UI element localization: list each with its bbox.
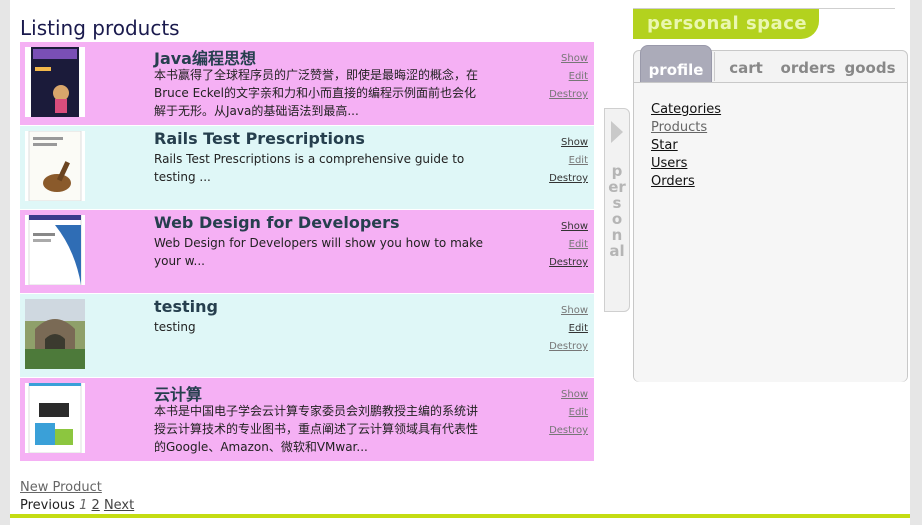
- edit-link[interactable]: Edit: [549, 320, 588, 338]
- edit-link[interactable]: Edit: [549, 404, 588, 422]
- product-cover-image: [25, 215, 85, 285]
- show-link[interactable]: Show: [549, 50, 588, 68]
- edit-link[interactable]: Edit: [549, 236, 588, 254]
- tab-profile[interactable]: profile: [640, 45, 712, 85]
- nav-link-products[interactable]: Products: [651, 119, 721, 137]
- personal-handle-label: personal: [608, 162, 626, 260]
- personal-space-title: personal space: [647, 13, 808, 34]
- product-row: 云计算 本书是中国电子学会云计算专家委员会刘鹏教授主编的系统讲授云计算技术的专业…: [20, 378, 594, 461]
- product-cover-image: [25, 131, 85, 201]
- personal-panel-toggle[interactable]: personal: [604, 108, 630, 312]
- show-link[interactable]: Show: [549, 386, 588, 404]
- profile-tab-content: Categories Products Star Users Orders: [634, 82, 907, 382]
- product-actions: Show Edit Destroy: [549, 386, 588, 440]
- product-cover-image: [25, 299, 85, 369]
- tab-goods[interactable]: goods: [838, 52, 901, 81]
- product-actions: Show Edit Destroy: [549, 302, 588, 356]
- destroy-link[interactable]: Destroy: [549, 254, 588, 272]
- destroy-link[interactable]: Destroy: [549, 170, 588, 188]
- pagination-next[interactable]: Next: [104, 498, 134, 513]
- product-actions: Show Edit Destroy: [549, 218, 588, 272]
- product-description: 本书赢得了全球程序员的广泛赞誉，即使是最晦涩的概念，在Bruce Eckel的文…: [154, 68, 479, 118]
- destroy-link[interactable]: Destroy: [549, 338, 588, 356]
- tab-orders[interactable]: orders: [776, 52, 839, 81]
- product-description: 本书是中国电子学会云计算专家委员会刘鹏教授主编的系统讲授云计算技术的专业图书，重…: [154, 404, 479, 454]
- product-row: Java编程思想 本书赢得了全球程序员的广泛赞誉，即使是最晦涩的概念，在Bruc…: [20, 42, 594, 125]
- pagination: Previous 1 2 Next: [20, 498, 134, 513]
- show-link[interactable]: Show: [549, 302, 588, 320]
- edit-link[interactable]: Edit: [549, 68, 588, 86]
- show-link[interactable]: Show: [549, 134, 588, 152]
- profile-nav: Categories Products Star Users Orders: [651, 101, 721, 191]
- product-actions: Show Edit Destroy: [549, 50, 588, 104]
- product-row: Rails Test Prescriptions Rails Test Pres…: [20, 126, 594, 209]
- product-description: testing: [154, 320, 196, 334]
- nav-link-orders[interactable]: Orders: [651, 173, 721, 191]
- pagination-page-2[interactable]: 2: [92, 498, 100, 513]
- nav-link-star[interactable]: Star: [651, 137, 721, 155]
- personal-space-panel: goods orders cart profile Categories Pro…: [633, 45, 908, 382]
- personal-space-banner: personal space: [633, 9, 819, 39]
- new-product-link[interactable]: New Product: [20, 480, 102, 495]
- product-description: Web Design for Developers will show you …: [154, 236, 484, 268]
- personal-space-header: personal space: [633, 8, 895, 39]
- page-title: Listing products: [20, 16, 180, 40]
- nav-link-users[interactable]: Users: [651, 155, 721, 173]
- product-description: Rails Test Prescriptions is a comprehens…: [154, 152, 465, 184]
- pagination-current-page: 1: [79, 498, 88, 513]
- product-title: Web Design for Developers: [154, 213, 400, 232]
- product-actions: Show Edit Destroy: [549, 134, 588, 188]
- edit-link[interactable]: Edit: [549, 152, 588, 170]
- product-list: Java编程思想 本书赢得了全球程序员的广泛赞誉，即使是最晦涩的概念，在Bruc…: [20, 42, 594, 462]
- product-row: Web Design for Developers Web Design for…: [20, 210, 594, 293]
- footer-rule: [10, 514, 910, 518]
- nav-link-categories[interactable]: Categories: [651, 101, 721, 119]
- product-row: testing testing Show Edit Destroy: [20, 294, 594, 377]
- expand-arrow-icon: [611, 121, 623, 143]
- product-title: Rails Test Prescriptions: [154, 129, 365, 148]
- tab-cart[interactable]: cart: [714, 52, 777, 81]
- personal-space-tabs: goods orders cart profile: [640, 45, 906, 85]
- destroy-link[interactable]: Destroy: [549, 86, 588, 104]
- destroy-link[interactable]: Destroy: [549, 422, 588, 440]
- product-cover-image: [25, 47, 85, 117]
- show-link[interactable]: Show: [549, 218, 588, 236]
- product-title: testing: [154, 297, 218, 316]
- pagination-previous: Previous: [20, 498, 75, 513]
- product-cover-image: [25, 383, 85, 453]
